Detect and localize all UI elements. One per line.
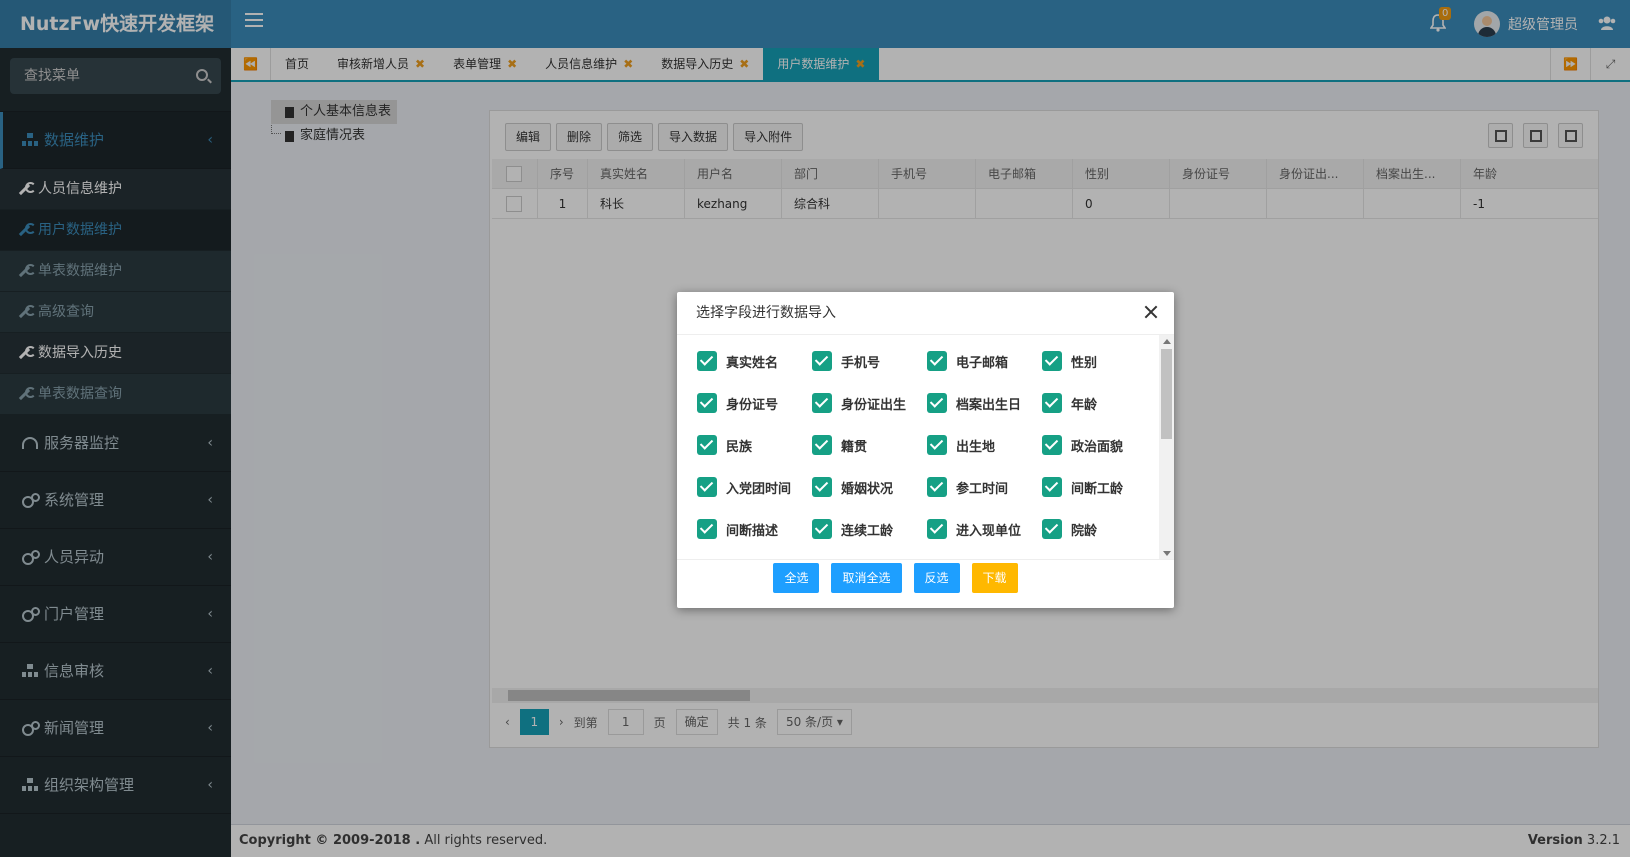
field-option[interactable]: 政治面貌 xyxy=(1042,433,1157,457)
field-option[interactable]: 年龄 xyxy=(1042,391,1157,415)
field-label: 间断工龄 xyxy=(1071,481,1124,497)
checked-checkbox[interactable] xyxy=(812,393,832,413)
checked-checkbox[interactable] xyxy=(812,519,832,539)
field-option[interactable]: 档案出生日 xyxy=(927,391,1042,415)
checked-checkbox[interactable] xyxy=(927,393,947,413)
field-label: 进入现单位 xyxy=(956,523,1022,539)
import-fields-dialog: 选择字段进行数据导入 真实姓名 手机号 电子邮箱 性别身份证号 身份证出生 档案出生日 年龄… xyxy=(677,292,1174,608)
field-label: 院龄 xyxy=(1071,523,1098,539)
download-button[interactable]: 下载 xyxy=(971,563,1018,593)
field-option[interactable]: 手机号 xyxy=(812,349,927,373)
scroll-up-icon[interactable] xyxy=(1163,339,1171,344)
field-label: 档案出生日 xyxy=(956,397,1022,413)
field-label: 连续工龄 xyxy=(841,523,894,539)
field-option[interactable]: 入党团时间 xyxy=(697,475,812,499)
dialog-footer: 全选 取消全选 反选 下载 xyxy=(677,560,1174,608)
invert-selection-button[interactable]: 反选 xyxy=(913,563,960,593)
checked-checkbox[interactable] xyxy=(1042,435,1062,455)
vertical-scrollbar[interactable] xyxy=(1159,335,1174,559)
field-option[interactable]: 民族 xyxy=(697,433,812,457)
checked-checkbox[interactable] xyxy=(812,477,832,497)
close-icon[interactable] xyxy=(1143,304,1159,320)
field-option[interactable]: 籍贯 xyxy=(812,433,927,457)
select-all-button[interactable]: 全选 xyxy=(773,563,820,593)
field-option[interactable]: 婚姻状况 xyxy=(812,475,927,499)
field-option[interactable]: 连续工龄 xyxy=(812,517,927,541)
field-option[interactable]: 电子邮箱 xyxy=(927,349,1042,373)
field-label: 间断描述 xyxy=(726,523,779,539)
field-label: 出生地 xyxy=(956,439,996,455)
deselect-all-button[interactable]: 取消全选 xyxy=(831,563,902,593)
field-option[interactable]: 身份证出生 xyxy=(812,391,927,415)
field-option[interactable]: 出生地 xyxy=(927,433,1042,457)
checked-checkbox[interactable] xyxy=(812,435,832,455)
field-label: 入党团时间 xyxy=(726,481,792,497)
checked-checkbox[interactable] xyxy=(697,477,717,497)
field-label: 手机号 xyxy=(841,355,881,371)
field-option[interactable]: 间断描述 xyxy=(697,517,812,541)
field-label: 电子邮箱 xyxy=(956,355,1009,371)
field-checkbox-list: 真实姓名 手机号 电子邮箱 性别身份证号 身份证出生 档案出生日 年龄民族 籍贯 出生地 政治面貌… xyxy=(677,335,1174,541)
field-label: 籍贯 xyxy=(841,439,868,455)
field-option[interactable]: 院龄 xyxy=(1042,517,1157,541)
field-option[interactable]: 参工时间 xyxy=(927,475,1042,499)
checked-checkbox[interactable] xyxy=(697,351,717,371)
field-label: 婚姻状况 xyxy=(841,481,894,497)
checked-checkbox[interactable] xyxy=(1042,477,1062,497)
checked-checkbox[interactable] xyxy=(1042,351,1062,371)
field-option[interactable]: 身份证号 xyxy=(697,391,812,415)
checked-checkbox[interactable] xyxy=(697,393,717,413)
checked-checkbox[interactable] xyxy=(1042,519,1062,539)
field-option[interactable]: 进入现单位 xyxy=(927,517,1042,541)
checked-checkbox[interactable] xyxy=(927,519,947,539)
checked-checkbox[interactable] xyxy=(1042,393,1062,413)
field-label: 身份证出生 xyxy=(841,397,907,413)
field-label: 参工时间 xyxy=(956,481,1009,497)
field-label: 真实姓名 xyxy=(726,355,779,371)
field-label: 政治面貌 xyxy=(1071,439,1124,455)
checked-checkbox[interactable] xyxy=(697,435,717,455)
field-option[interactable]: 间断工龄 xyxy=(1042,475,1157,499)
field-label: 性别 xyxy=(1071,355,1098,371)
checked-checkbox[interactable] xyxy=(927,351,947,371)
field-label: 民族 xyxy=(726,439,753,455)
checked-checkbox[interactable] xyxy=(812,351,832,371)
dialog-title: 选择字段进行数据导入 xyxy=(677,292,1174,335)
scroll-down-icon[interactable] xyxy=(1163,551,1171,556)
field-label: 身份证号 xyxy=(726,397,779,413)
field-option[interactable]: 真实姓名 xyxy=(697,349,812,373)
checked-checkbox[interactable] xyxy=(927,477,947,497)
scrollbar-thumb[interactable] xyxy=(1161,349,1172,439)
checked-checkbox[interactable] xyxy=(927,435,947,455)
field-label: 年龄 xyxy=(1071,397,1098,413)
checked-checkbox[interactable] xyxy=(697,519,717,539)
dialog-body: 真实姓名 手机号 电子邮箱 性别身份证号 身份证出生 档案出生日 年龄民族 籍贯 出生地 政治面貌… xyxy=(677,335,1174,560)
field-option[interactable]: 性别 xyxy=(1042,349,1157,373)
